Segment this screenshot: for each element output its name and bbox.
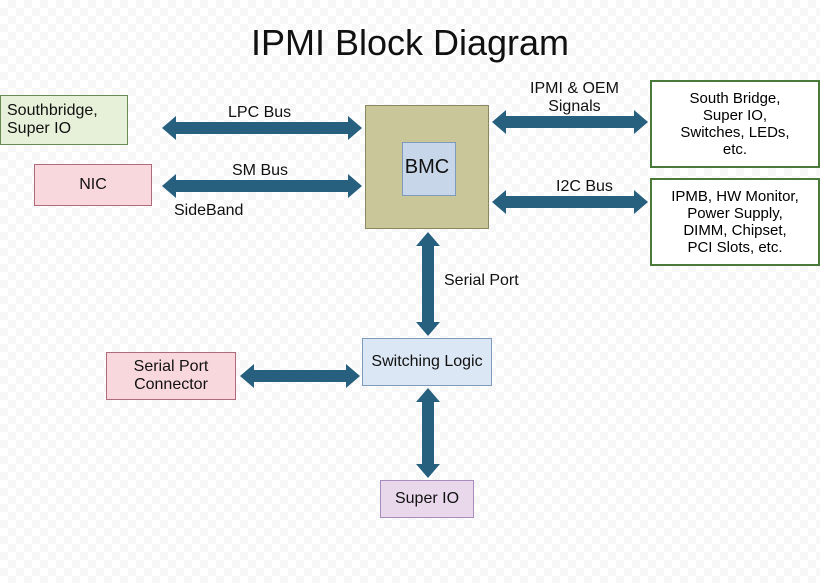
label-lpc-bus: LPC Bus <box>228 104 291 122</box>
label-sideband: SideBand <box>174 202 243 220</box>
label-serial-port: Serial Port <box>444 272 519 290</box>
label-i2c-bus: I2C Bus <box>556 178 613 196</box>
block-serial-port-connector: Serial Port Connector <box>106 352 236 400</box>
diagram-stage: IPMI Block Diagram Southbridge, Super IO… <box>0 0 820 583</box>
label-sm-bus: SM Bus <box>232 162 288 180</box>
label-ipmi-oem: IPMI & OEM Signals <box>530 80 619 116</box>
block-southbridge-superio: Southbridge, Super IO <box>0 95 128 145</box>
block-nic: NIC <box>34 164 152 206</box>
block-super-io: Super IO <box>380 480 474 518</box>
block-switching-logic: Switching Logic <box>362 338 492 386</box>
block-right-top: South Bridge, Super IO, Switches, LEDs, … <box>650 80 820 168</box>
diagram-title: IPMI Block Diagram <box>0 22 820 64</box>
bmc-label: BMC <box>405 156 449 179</box>
block-right-bottom: IPMB, HW Monitor, Power Supply, DIMM, Ch… <box>650 178 820 266</box>
block-bmc: BMC <box>365 105 489 229</box>
